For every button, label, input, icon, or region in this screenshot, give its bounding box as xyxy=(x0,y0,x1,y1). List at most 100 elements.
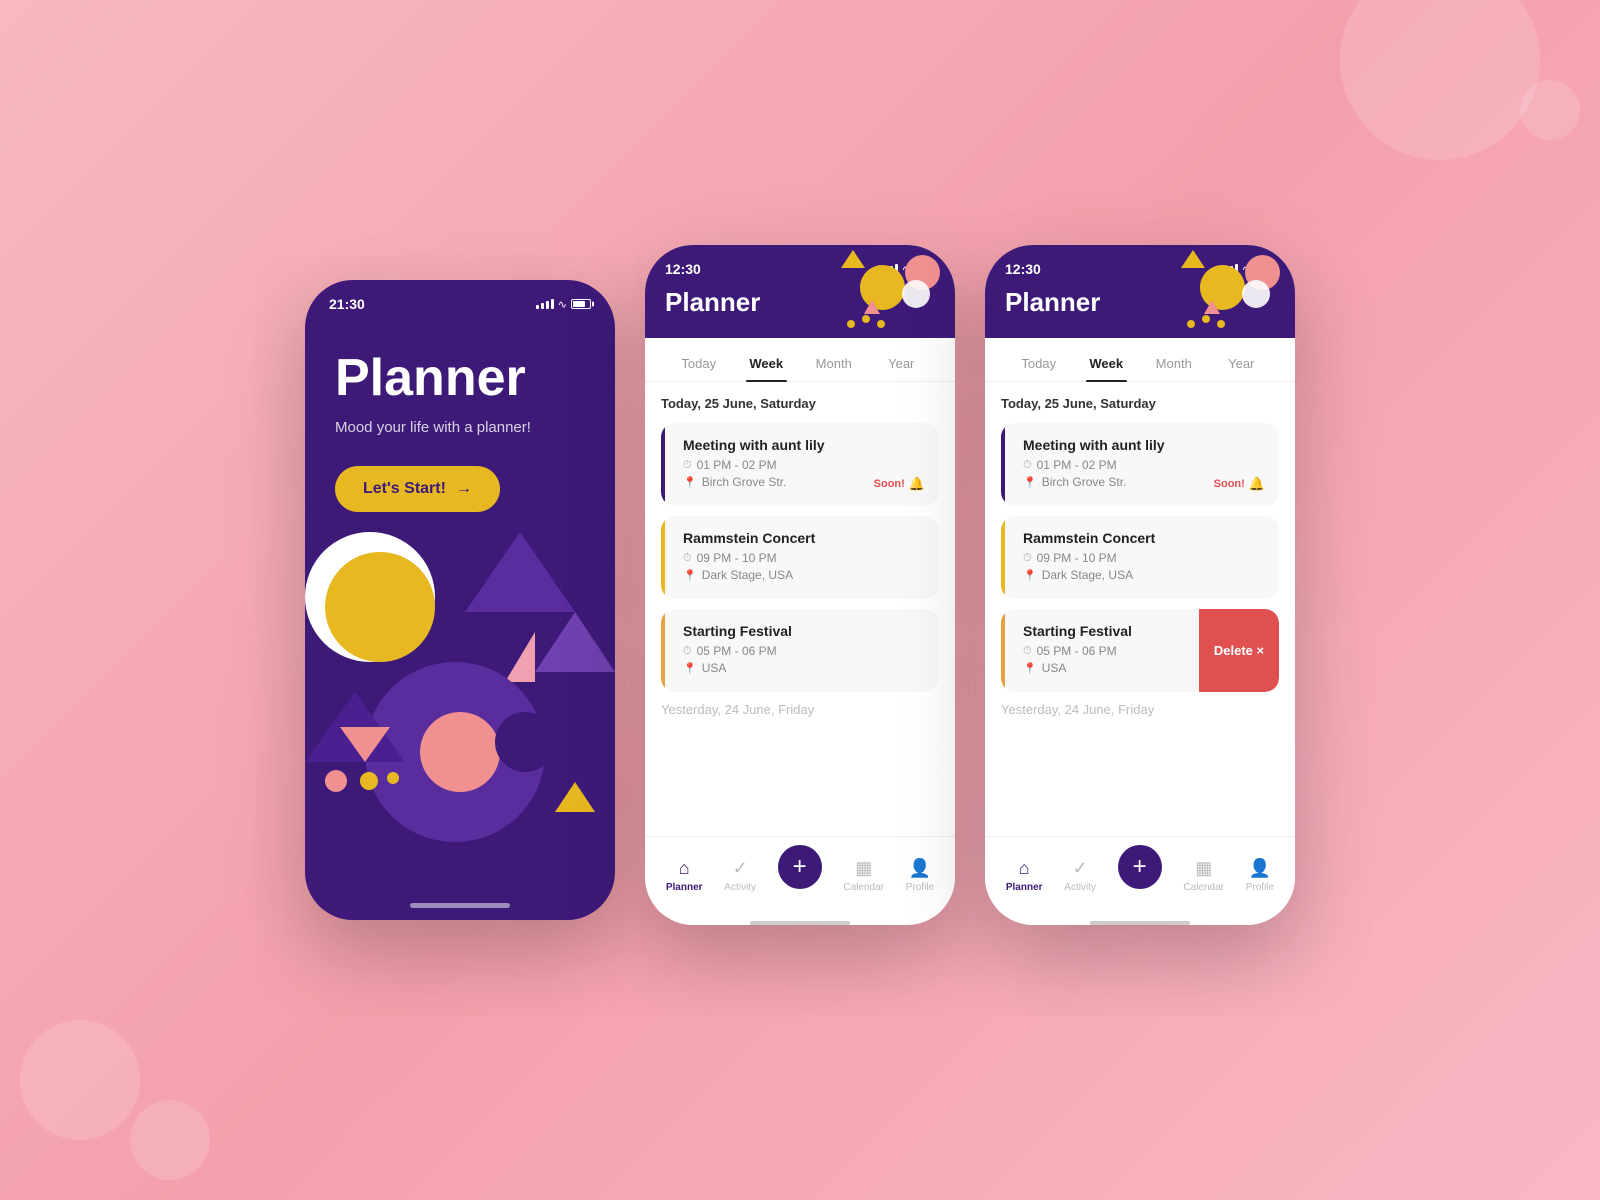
bn-plus-3[interactable]: + xyxy=(1118,845,1162,889)
location-icon-2: 📍 xyxy=(683,569,697,582)
event-time-meta-1: ⏱ 01 PM - 02 PM xyxy=(683,458,925,472)
event-time-3-3: 05 PM - 06 PM xyxy=(1037,644,1117,658)
event-name-3-1: Meeting with aunt lily xyxy=(1023,437,1265,453)
events-area-2: Today, 25 June, Saturday Meeting with au… xyxy=(645,382,955,836)
phone-3-inner: 12:30 ∿ Planner xyxy=(985,245,1295,925)
status-bar-1: 21:30 ∿ xyxy=(305,280,615,320)
hd-triangle-4 xyxy=(1204,300,1220,314)
tab-week-2[interactable]: Week xyxy=(733,348,801,381)
yesterday-label-3: Yesterday, 24 June, Friday xyxy=(1001,702,1279,717)
bn-profile-2[interactable]: 👤 Profile xyxy=(906,858,934,893)
event-accent-3-3 xyxy=(1001,609,1005,692)
event-time-3: 05 PM - 06 PM xyxy=(697,644,777,658)
events-area-3: Today, 25 June, Saturday Meeting with au… xyxy=(985,382,1295,836)
home-indicator-3 xyxy=(1090,921,1190,925)
delete-button-3[interactable]: Delete × xyxy=(1199,609,1279,692)
event-accent-1 xyxy=(661,423,665,506)
bn-plus-2[interactable]: + xyxy=(778,845,822,889)
event-card-3-1: Meeting with aunt lily ⏱ 01 PM - 02 PM 📍… xyxy=(1001,423,1279,506)
event-accent-3-1 xyxy=(1001,423,1005,506)
tab-month-3[interactable]: Month xyxy=(1140,348,1208,381)
phone-planner: 12:30 ∿ Planner xyxy=(645,245,955,925)
event-time-3-1: 01 PM - 02 PM xyxy=(1037,458,1117,472)
hd-dot-3-3 xyxy=(1187,320,1195,328)
time-icon-1: ⏱ xyxy=(683,459,692,472)
time-icon-3-3: ⏱ xyxy=(1023,645,1032,658)
phone-2-inner: 12:30 ∿ Planner xyxy=(645,245,955,925)
bn-planner-2[interactable]: ⌂ Planner xyxy=(666,858,703,893)
profile-icon-2: 👤 xyxy=(909,858,931,879)
event-card-3: Starting Festival ⏱ 05 PM - 06 PM 📍 USA xyxy=(661,609,939,692)
activity-icon-2: ✓ xyxy=(733,858,748,879)
tab-today-3[interactable]: Today xyxy=(1005,348,1073,381)
bn-activity-3[interactable]: ✓ Activity xyxy=(1064,858,1096,893)
event-time-3-2: 09 PM - 10 PM xyxy=(1037,551,1117,565)
tab-month-2[interactable]: Month xyxy=(800,348,868,381)
event-name-1: Meeting with aunt lily xyxy=(683,437,925,453)
home-icon-3: ⌂ xyxy=(1019,858,1030,879)
bottom-nav-3: ⌂ Planner ✓ Activity + ▦ Calendar 👤 Prof… xyxy=(985,836,1295,917)
bottom-nav-2: ⌂ Planner ✓ Activity + ▦ Calendar 👤 Prof… xyxy=(645,836,955,917)
bn-calendar-label-3: Calendar xyxy=(1183,882,1224,893)
status-time-1: 21:30 xyxy=(329,296,365,312)
event-loc-meta-3-2: 📍 Dark Stage, USA xyxy=(1023,568,1265,582)
event-accent-3 xyxy=(661,609,665,692)
calendar-icon-2: ▦ xyxy=(855,858,872,879)
location-icon-3-2: 📍 xyxy=(1023,569,1037,582)
event-location-3-3: USA xyxy=(1042,661,1067,675)
bn-profile-label-3: Profile xyxy=(1246,882,1274,893)
bn-activity-2[interactable]: ✓ Activity xyxy=(724,858,756,893)
tab-year-2[interactable]: Year xyxy=(868,348,936,381)
event-card-3-2: Rammstein Concert ⏱ 09 PM - 10 PM 📍 Dark… xyxy=(1001,516,1279,599)
event-accent-2 xyxy=(661,516,665,599)
bn-profile-label-2: Profile xyxy=(906,882,934,893)
event-time-1: 01 PM - 02 PM xyxy=(697,458,777,472)
home-indicator-1 xyxy=(410,903,510,908)
date-label-3: Today, 25 June, Saturday xyxy=(1001,396,1279,411)
purple-small-circle xyxy=(495,712,555,772)
phone-splash: 21:30 ∿ Planner Mood your life with a pl… xyxy=(305,280,615,920)
event-loc-meta-2: 📍 Dark Stage, USA xyxy=(683,568,925,582)
event-soon-1: Soon! 🔔 xyxy=(874,476,925,492)
start-button[interactable]: Let's Start! → xyxy=(335,466,500,512)
location-icon-3-1: 📍 xyxy=(1023,476,1037,489)
status-time-2: 12:30 xyxy=(665,261,701,277)
phone-2-header: 12:30 ∿ Planner xyxy=(645,245,955,338)
bg-circle-4 xyxy=(1520,80,1580,140)
hd-white-circle-3 xyxy=(1242,280,1270,308)
wifi-icon-1: ∿ xyxy=(558,298,567,311)
signal-icon-1 xyxy=(536,299,554,309)
bn-planner-3[interactable]: ⌂ Planner xyxy=(1006,858,1043,893)
location-icon-3: 📍 xyxy=(683,662,697,675)
event-accent-3-2 xyxy=(1001,516,1005,599)
phone-3-header: 12:30 ∿ Planner xyxy=(985,245,1295,338)
bn-calendar-3[interactable]: ▦ Calendar xyxy=(1183,858,1224,893)
hd-dot-3-2 xyxy=(1217,320,1225,328)
home-indicator-2 xyxy=(750,921,850,925)
time-icon-2: ⏱ xyxy=(683,552,692,565)
splash-title: Planner xyxy=(335,350,585,407)
event-time-meta-3: ⏱ 05 PM - 06 PM xyxy=(683,644,925,658)
pink-inner-circle xyxy=(420,712,500,792)
hd-dot-1 xyxy=(862,315,870,323)
bn-activity-label-2: Activity xyxy=(724,882,756,893)
event-card-2: Rammstein Concert ⏱ 09 PM - 10 PM 📍 Dark… xyxy=(661,516,939,599)
bn-profile-3[interactable]: 👤 Profile xyxy=(1246,858,1274,893)
bg-circle-2 xyxy=(20,1020,140,1140)
status-icons-1: ∿ xyxy=(536,298,591,311)
event-name-3-3: Starting Festival xyxy=(1023,623,1189,639)
triangle-pink xyxy=(505,632,535,682)
calendar-icon-3: ▦ xyxy=(1195,858,1212,879)
header-deco-3 xyxy=(1175,245,1295,338)
event-name-2: Rammstein Concert xyxy=(683,530,925,546)
event-soon-3-1: Soon! 🔔 xyxy=(1214,476,1265,492)
location-icon-1: 📍 xyxy=(683,476,697,489)
tab-year-3[interactable]: Year xyxy=(1208,348,1276,381)
location-icon-3-3: 📍 xyxy=(1023,662,1037,675)
triangle-yellow xyxy=(555,782,595,812)
tab-today-2[interactable]: Today xyxy=(665,348,733,381)
bn-calendar-2[interactable]: ▦ Calendar xyxy=(843,858,884,893)
hd-triangle-3 xyxy=(1181,250,1205,268)
tab-week-3[interactable]: Week xyxy=(1073,348,1141,381)
event-name-3: Starting Festival xyxy=(683,623,925,639)
